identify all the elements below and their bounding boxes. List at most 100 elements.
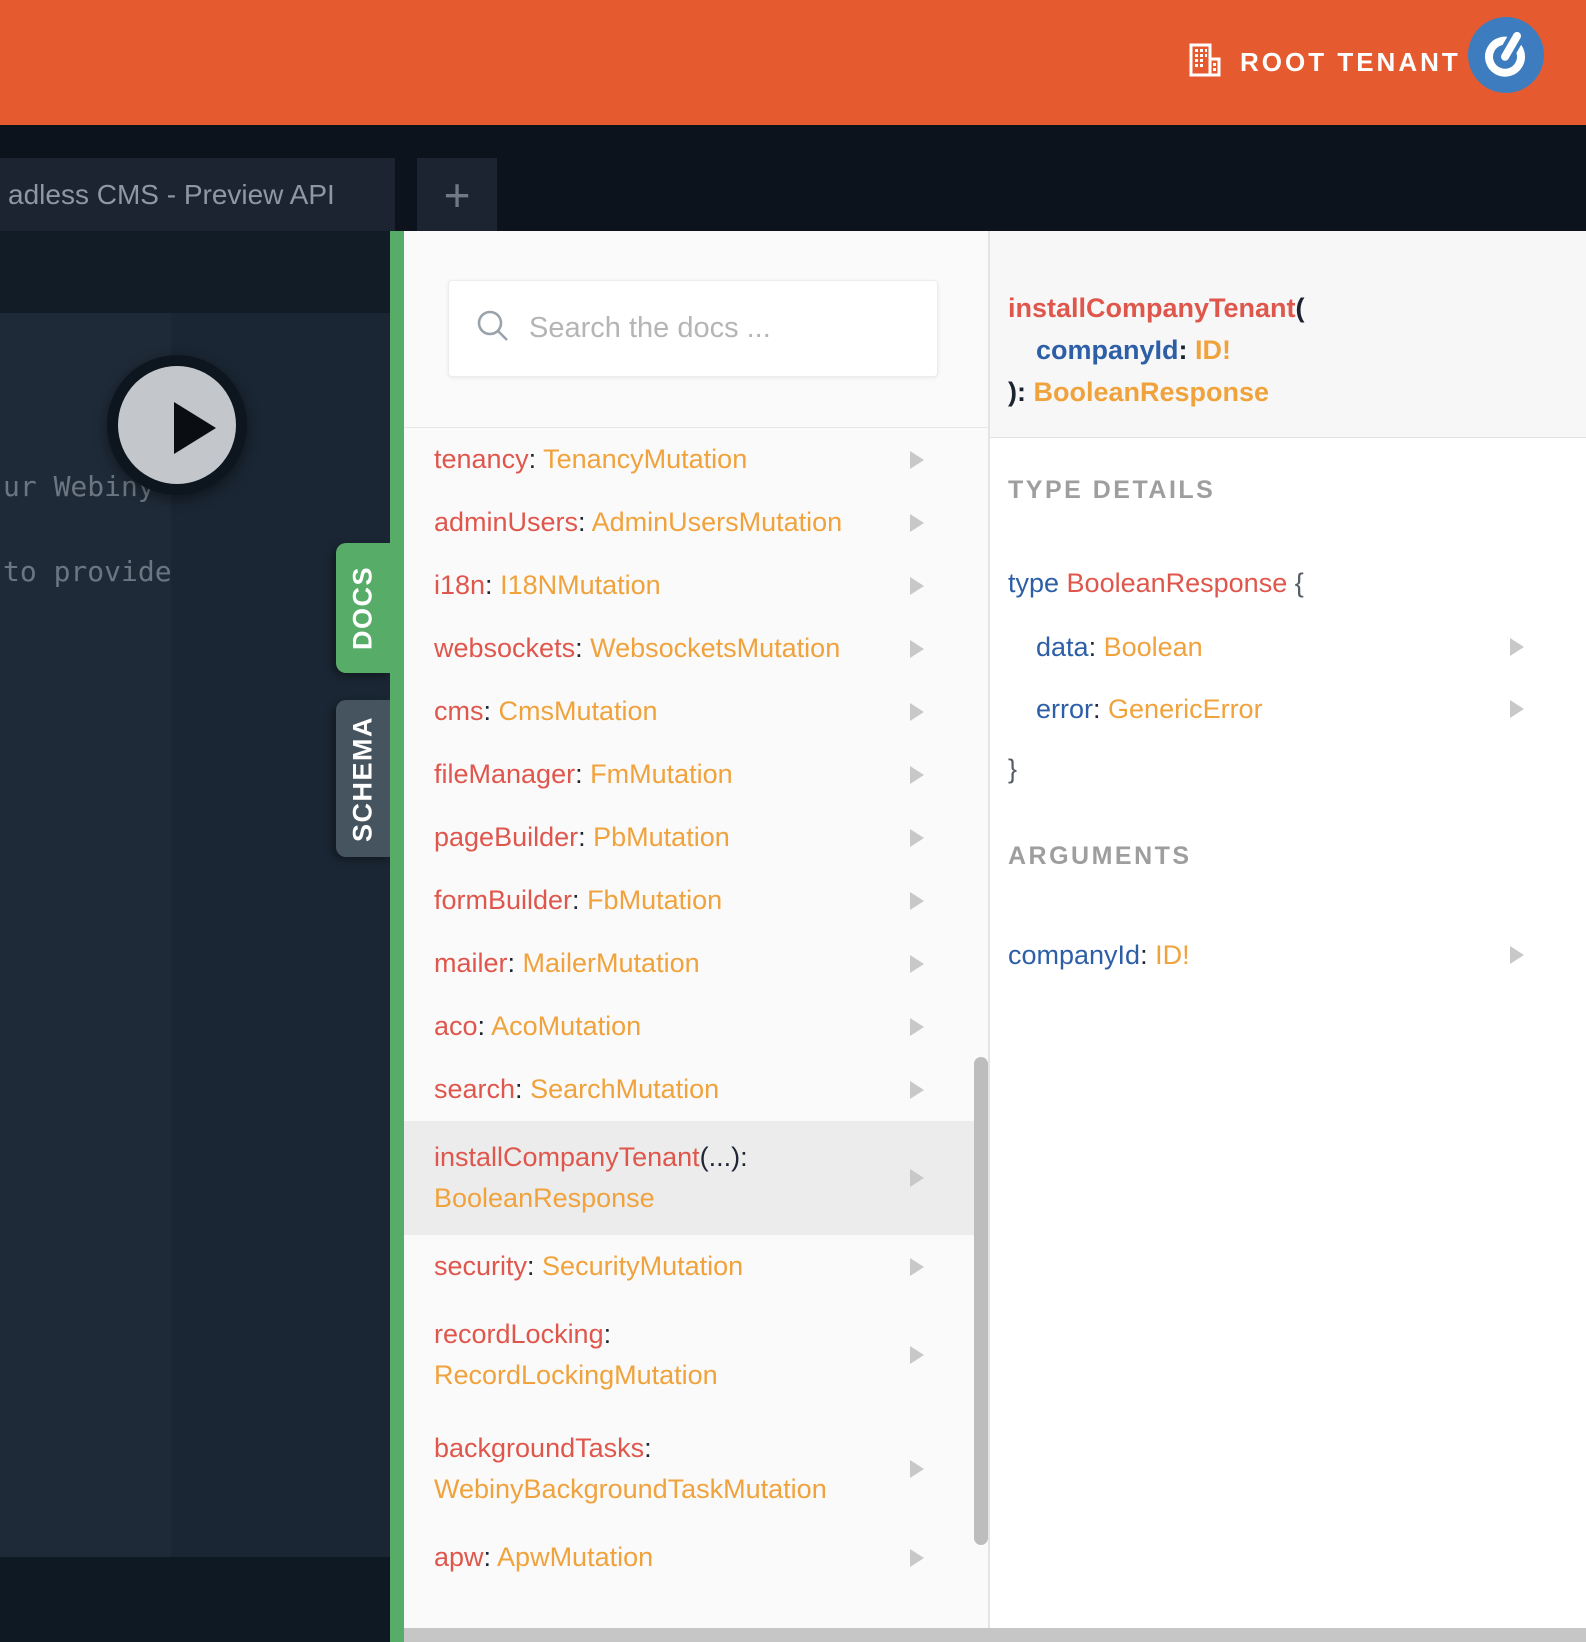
schema-tab-label: SCHEMA xyxy=(347,715,378,842)
field-type: PbMutation xyxy=(593,822,730,852)
docs-list-item[interactable]: security: SecurityMutation xyxy=(404,1235,988,1298)
field-name: i18n xyxy=(434,570,486,600)
field-name: data xyxy=(1036,632,1089,662)
field-name: companyId xyxy=(1008,940,1141,970)
type-field-row[interactable]: data: Boolean xyxy=(1008,616,1586,678)
field-type: SearchMutation xyxy=(530,1074,720,1104)
chevron-right-icon xyxy=(1510,638,1524,656)
docs-list-item[interactable]: pageBuilder: PbMutation xyxy=(404,806,988,869)
field-name: pageBuilder xyxy=(434,822,579,852)
field-separator: : xyxy=(477,1011,492,1041)
chevron-right-icon xyxy=(910,1017,924,1036)
docs-list-item[interactable]: search: SearchMutation xyxy=(404,1058,988,1121)
docs-search-section xyxy=(404,231,988,428)
docs-list-item[interactable]: formBuilder: FbMutation xyxy=(404,869,988,932)
vertical-scrollbar-thumb[interactable] xyxy=(974,1057,988,1545)
chevron-right-icon xyxy=(1510,946,1524,964)
field-name: installCompanyTenant xyxy=(434,1142,700,1172)
docs-list-item[interactable]: tenancy: TenancyMutation xyxy=(404,428,988,491)
type-brace-close: } xyxy=(1008,754,1018,784)
type-field-row[interactable]: companyId: ID! xyxy=(1008,924,1586,986)
docs-list-item[interactable]: backgroundTasks: WebinyBackgroundTaskMut… xyxy=(404,1412,988,1526)
field-separator: : xyxy=(485,570,501,600)
docs-list-item[interactable]: mailer: MailerMutation xyxy=(404,932,988,995)
docs-list-item[interactable]: adminUsers: AdminUsersMutation xyxy=(404,491,988,554)
signature-line-2: companyId: ID! xyxy=(1036,335,1232,365)
docs-list-item[interactable]: fileManager: FmMutation xyxy=(404,743,988,806)
field-name: cms xyxy=(434,696,484,726)
search-box[interactable] xyxy=(448,280,938,377)
tenant-selector[interactable]: ROOT TENANT xyxy=(1188,0,1461,125)
type-details-heading: TYPE DETAILS xyxy=(1008,476,1216,504)
field-separator: : xyxy=(575,759,591,789)
field-name: formBuilder xyxy=(434,885,573,915)
field-name: recordLocking xyxy=(434,1319,604,1349)
field-separator: : xyxy=(578,507,592,537)
field-name: backgroundTasks xyxy=(434,1433,645,1463)
docs-list-item[interactable]: aco: AcoMutation xyxy=(404,995,988,1058)
docs-list-item[interactable]: cms: CmsMutation xyxy=(404,680,988,743)
docs-explorer-panel: tenancy: TenancyMutation adminUsers: Adm… xyxy=(404,231,988,1642)
chevron-right-icon xyxy=(910,639,924,658)
chevron-right-icon xyxy=(910,1080,924,1099)
docs-list-item[interactable]: websockets: WebsocketsMutation xyxy=(404,617,988,680)
docs-list-item[interactable]: apw: ApwMutation xyxy=(404,1526,988,1589)
field-separator: (...): xyxy=(699,1142,756,1172)
chevron-right-icon xyxy=(910,1460,924,1478)
tenant-label: ROOT TENANT xyxy=(1240,47,1461,77)
chevron-right-icon xyxy=(910,891,924,910)
field-name: apw xyxy=(434,1542,484,1572)
field-separator: : xyxy=(644,1433,660,1463)
field-type: MailerMutation xyxy=(522,948,700,978)
signature-line-3: ): BooleanResponse xyxy=(1008,377,1270,407)
field-name: security xyxy=(434,1251,528,1281)
chevron-right-icon xyxy=(910,702,924,721)
search-input[interactable] xyxy=(529,312,929,345)
field-type: CmsMutation xyxy=(498,696,658,726)
docs-tab-label: DOCS xyxy=(347,565,378,651)
field-name: error xyxy=(1036,694,1094,724)
new-tab-button[interactable]: + xyxy=(417,158,497,231)
response-pane xyxy=(171,313,390,1557)
type-field-row[interactable]: error: GenericError xyxy=(1008,678,1586,740)
field-separator: : xyxy=(575,633,591,663)
docs-list-item[interactable]: recordLocking: RecordLockingMutation xyxy=(404,1298,988,1412)
user-avatar[interactable] xyxy=(1468,17,1544,93)
chevron-right-icon xyxy=(910,1257,924,1276)
arguments-list: companyId: ID! xyxy=(1008,924,1586,986)
field-type: I18NMutation xyxy=(500,570,661,600)
colon: : xyxy=(1093,694,1109,724)
query-editor-pane[interactable]: ur Webiny to provide xyxy=(0,313,172,1557)
building-icon xyxy=(1188,43,1222,82)
search-icon xyxy=(475,308,511,349)
field-type: AdminUsersMutation xyxy=(591,507,843,537)
docs-list-item[interactable]: i18n: I18NMutation xyxy=(404,554,988,617)
type-name-link[interactable]: BooleanResponse xyxy=(1067,568,1288,598)
field-type: AcoMutation xyxy=(491,1011,642,1041)
field-separator: : xyxy=(515,1074,531,1104)
field-type: GenericError xyxy=(1108,694,1263,724)
chevron-right-icon xyxy=(910,450,924,469)
field-type: ID! xyxy=(1155,940,1190,970)
colon: : xyxy=(1140,940,1156,970)
tab-headless-cms-preview-api[interactable]: adless CMS - Preview API xyxy=(0,158,395,231)
tab-schema[interactable]: SCHEMA xyxy=(336,700,390,857)
field-separator: : xyxy=(603,1319,619,1349)
chevron-right-icon xyxy=(910,1346,924,1364)
tab-docs[interactable]: DOCS xyxy=(336,543,390,673)
field-signature: installCompanyTenant( companyId: ID! ): … xyxy=(990,231,1586,438)
field-name: fileManager xyxy=(434,759,576,789)
docs-list: tenancy: TenancyMutation adminUsers: Adm… xyxy=(404,428,988,1589)
editor-region: ur Webiny to provide xyxy=(0,231,390,1642)
docs-list-item[interactable]: installCompanyTenant(...): BooleanRespon… xyxy=(404,1121,988,1235)
field-type: Boolean xyxy=(1103,632,1203,662)
horizontal-scrollbar[interactable] xyxy=(404,1628,1586,1642)
signature-line-1: installCompanyTenant( xyxy=(1008,293,1305,323)
field-name: websockets xyxy=(434,633,576,663)
field-type: FbMutation xyxy=(587,885,723,915)
field-separator: : xyxy=(528,444,544,474)
field-separator: : xyxy=(483,696,499,726)
execute-query-button[interactable] xyxy=(107,355,247,495)
chevron-right-icon xyxy=(910,954,924,973)
colon: : xyxy=(1088,632,1104,662)
